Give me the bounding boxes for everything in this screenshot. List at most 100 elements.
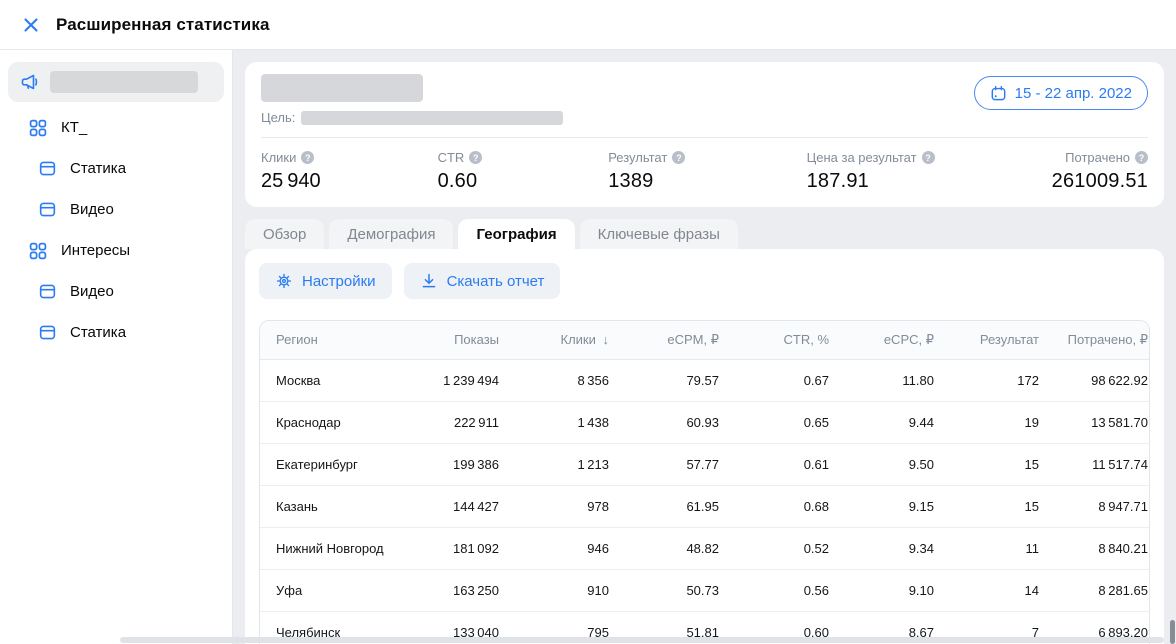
value-cell: 9.10 xyxy=(845,569,950,611)
metric-label: Клики? xyxy=(261,150,438,165)
metric: CTR?0.60 xyxy=(438,150,609,193)
regions-table-container: РегионПоказыКлики ↓eCPM, ₽CTR, %eCPC, ₽Р… xyxy=(259,320,1150,644)
table-row-Казань: Казань144 42797861.950.689.15158 947.71 xyxy=(260,485,1150,527)
value-cell: 978 xyxy=(515,485,625,527)
column-header-Результат[interactable]: Результат xyxy=(950,321,1055,359)
tab-geography[interactable]: География xyxy=(458,219,574,249)
table-header: РегионПоказыКлики ↓eCPM, ₽CTR, %eCPC, ₽Р… xyxy=(260,321,1150,359)
download-report-button[interactable]: Скачать отчет xyxy=(404,263,561,299)
region-cell: Москва xyxy=(260,359,410,401)
horizontal-scrollbar[interactable] xyxy=(120,637,1164,643)
value-cell: 946 xyxy=(515,527,625,569)
metric-label: Результат? xyxy=(608,150,806,165)
value-cell: 0.67 xyxy=(735,359,845,401)
value-cell: 910 xyxy=(515,569,625,611)
value-cell: 15 xyxy=(950,485,1055,527)
value-cell: 57.77 xyxy=(625,443,735,485)
tab-keywords[interactable]: Ключевые фразы xyxy=(580,219,738,249)
column-header-Потрачено, ₽[interactable]: Потрачено, ₽ xyxy=(1055,321,1150,359)
campaign-summary-card: Цель: 15 - 22 апр. 2022 Клики? 25 940CTR?… xyxy=(245,62,1164,207)
sidebar-item-label: Интересы xyxy=(61,242,130,259)
help-icon[interactable]: ? xyxy=(672,151,685,164)
settings-label: Настройки xyxy=(302,273,376,290)
sidebar-item-кт_-0[interactable]: КТ_ xyxy=(8,107,224,148)
region-cell: Краснодар xyxy=(260,401,410,443)
column-header-Регион[interactable]: Регион xyxy=(260,321,410,359)
column-header-eCPC, ₽[interactable]: eCPC, ₽ xyxy=(845,321,950,359)
value-cell: 79.57 xyxy=(625,359,735,401)
grid-icon xyxy=(28,118,48,138)
sidebar-item-интересы-3[interactable]: Интересы xyxy=(8,230,224,271)
sidebar-item-статика-5[interactable]: Статика xyxy=(8,312,224,353)
grid-icon xyxy=(28,241,48,261)
banner-icon xyxy=(38,200,57,219)
region-cell: Нижний Новгород xyxy=(260,527,410,569)
value-cell: 9.15 xyxy=(845,485,950,527)
megaphone-icon xyxy=(20,72,40,92)
banner-icon xyxy=(38,159,57,178)
tab-demography[interactable]: Демография xyxy=(329,219,453,249)
toolbar: Настройки Скачать отчет xyxy=(259,263,1150,299)
metric-label: Цена за результат? xyxy=(807,150,1052,165)
close-button[interactable] xyxy=(20,14,42,36)
table-row-Нижний Новгород: Нижний Новгород181 09294648.820.529.3411… xyxy=(260,527,1150,569)
value-cell: 50.73 xyxy=(625,569,735,611)
value-cell: 8 947.71 xyxy=(1055,485,1150,527)
value-cell: 0.56 xyxy=(735,569,845,611)
value-cell: 11 517.74 xyxy=(1055,443,1150,485)
sidebar-item-campaign[interactable] xyxy=(8,62,224,102)
redacted-goal-placeholder xyxy=(301,111,563,125)
value-cell: 222 911 xyxy=(410,401,515,443)
value-cell: 19 xyxy=(950,401,1055,443)
calendar-icon xyxy=(990,85,1007,102)
value-cell: 172 xyxy=(950,359,1055,401)
value-cell: 0.61 xyxy=(735,443,845,485)
column-header-Показы[interactable]: Показы xyxy=(410,321,515,359)
goal-row: Цель: xyxy=(261,110,1148,125)
help-icon[interactable]: ? xyxy=(922,151,935,164)
column-header-eCPM, ₽[interactable]: eCPM, ₽ xyxy=(625,321,735,359)
help-icon[interactable]: ? xyxy=(1135,151,1148,164)
value-cell: 8 281.65 xyxy=(1055,569,1150,611)
download-icon xyxy=(420,272,438,290)
sidebar-item-label: Статика xyxy=(70,160,126,177)
metrics-row: Клики? 25 940CTR?0.60Результат? 1389Цена з… xyxy=(261,138,1148,193)
value-cell: 13 581.70 xyxy=(1055,401,1150,443)
sidebar-item-label: Видео xyxy=(70,283,114,300)
sidebar-item-label: КТ_ xyxy=(61,119,87,136)
column-header-Клики[interactable]: Клики ↓ xyxy=(515,321,625,359)
settings-button[interactable]: Настройки xyxy=(259,263,392,299)
gear-icon xyxy=(275,272,293,290)
download-label: Скачать отчет xyxy=(447,273,545,290)
value-cell: 1 213 xyxy=(515,443,625,485)
value-cell: 9.44 xyxy=(845,401,950,443)
redacted-ad-name-placeholder xyxy=(261,74,423,102)
value-cell: 8 840.21 xyxy=(1055,527,1150,569)
value-cell: 1 239 494 xyxy=(410,359,515,401)
sidebar-item-видео-2[interactable]: Видео xyxy=(8,189,224,230)
vertical-scrollbar-thumb[interactable] xyxy=(1170,620,1175,644)
help-icon[interactable]: ? xyxy=(301,151,314,164)
value-cell: 48.82 xyxy=(625,527,735,569)
value-cell: 181 092 xyxy=(410,527,515,569)
help-icon[interactable]: ? xyxy=(469,151,482,164)
sidebar-item-label: Статика xyxy=(70,324,126,341)
main-area: Цель: 15 - 22 апр. 2022 Клики? 25 940CTR?… xyxy=(233,50,1176,644)
sidebar-item-видео-4[interactable]: Видео xyxy=(8,271,224,312)
metric-label: CTR? xyxy=(438,150,609,165)
page-title: Расширенная статистика xyxy=(56,15,270,35)
metric-value: 1389 xyxy=(608,170,806,193)
value-cell: 15 xyxy=(950,443,1055,485)
sort-descending-icon: ↓ xyxy=(599,332,609,347)
regions-table: РегионПоказыКлики ↓eCPM, ₽CTR, %eCPC, ₽Р… xyxy=(260,321,1150,644)
metric-value: 25 940 xyxy=(261,170,438,193)
table-row-Екатеринбург: Екатеринбург199 3861 21357.770.619.50151… xyxy=(260,443,1150,485)
date-range-button[interactable]: 15 - 22 апр. 2022 xyxy=(974,76,1148,110)
region-cell: Казань xyxy=(260,485,410,527)
metric: Клики? 25 940 xyxy=(261,150,438,193)
metric: Результат? 1389 xyxy=(608,150,806,193)
column-header-CTR, %[interactable]: CTR, % xyxy=(735,321,845,359)
sidebar-item-статика-1[interactable]: Статика xyxy=(8,148,224,189)
value-cell: 163 250 xyxy=(410,569,515,611)
tab-overview[interactable]: Обзор xyxy=(245,219,324,249)
